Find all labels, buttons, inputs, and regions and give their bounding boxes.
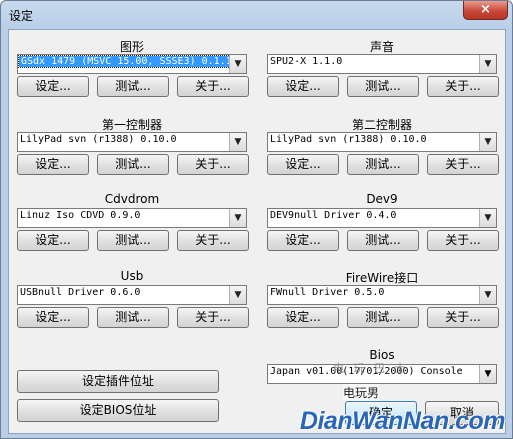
chevron-down-icon[interactable]: ▼ (479, 55, 496, 73)
pad2-plugin-value: LilyPad svn (r1388) 0.10.0 (270, 134, 427, 145)
usb-about-button[interactable]: 关于... (177, 307, 249, 328)
spu-plugin-value: SPU2-X 1.1.0 (270, 56, 343, 67)
usb-label: Usb (120, 269, 144, 283)
pad2-label: 第二控制器 (351, 118, 412, 132)
title-bar[interactable]: 设定 × (1, 1, 512, 29)
fw-plugin-value: FWnull Driver 0.5.0 (270, 287, 385, 298)
chevron-down-icon[interactable]: ▼ (229, 209, 246, 227)
fw-plugin-select[interactable]: FWnull Driver 0.5.0 ▼ (267, 285, 497, 305)
fw-label: FireWire接口 (345, 271, 419, 285)
chevron-down-icon[interactable]: ▼ (229, 55, 246, 73)
gs-about-button[interactable]: 关于... (177, 76, 249, 97)
dev9-plugin-select[interactable]: DEV9null Driver 0.4.0 ▼ (267, 208, 497, 228)
cdvd-config-button[interactable]: 设定... (17, 230, 89, 251)
spu-about-button[interactable]: 关于... (427, 76, 499, 97)
chevron-down-icon[interactable]: ▼ (229, 133, 246, 151)
fw-test-button[interactable]: 测试... (347, 307, 419, 328)
gs-label: 图形 (119, 40, 144, 54)
pad1-test-button[interactable]: 测试... (97, 154, 169, 175)
cancel-button[interactable]: 取消 (425, 401, 499, 425)
spu-label: 声音 (369, 40, 394, 54)
pad1-plugin-value: LilyPad svn (r1388) 0.10.0 (20, 134, 177, 145)
chevron-down-icon[interactable]: ▼ (479, 133, 496, 151)
dev9-config-button[interactable]: 设定... (267, 230, 339, 251)
ok-button[interactable]: 确定 (345, 401, 417, 425)
pad2-test-button[interactable]: 测试... (347, 154, 419, 175)
chevron-down-icon[interactable]: ▼ (479, 286, 496, 304)
cdvd-about-button[interactable]: 关于... (177, 230, 249, 251)
usb-plugin-select[interactable]: USBnull Driver 0.6.0 ▼ (17, 285, 247, 305)
gs-plugin-value: GSdx 1479 (MSVC 15.00, SSSE3) 0.1.15 (18, 55, 241, 68)
chevron-down-icon[interactable]: ▼ (479, 365, 496, 383)
pad1-plugin-select[interactable]: LilyPad svn (r1388) 0.10.0 ▼ (17, 132, 247, 152)
chevron-down-icon[interactable]: ▼ (229, 286, 246, 304)
pad1-about-button[interactable]: 关于... (177, 154, 249, 175)
pad2-about-button[interactable]: 关于... (427, 154, 499, 175)
gs-plugin-select[interactable]: GSdx 1479 (MSVC 15.00, SSSE3) 0.1.15 ▼ (17, 54, 247, 74)
chevron-down-icon[interactable]: ▼ (479, 209, 496, 227)
bios-select[interactable]: Japan v01.00(17/01/2000) Console ▼ (267, 364, 497, 384)
spu-config-button[interactable]: 设定... (267, 76, 339, 97)
usb-test-button[interactable]: 测试... (97, 307, 169, 328)
fw-about-button[interactable]: 关于... (427, 307, 499, 328)
usb-plugin-value: USBnull Driver 0.6.0 (20, 287, 141, 298)
pad1-config-button[interactable]: 设定... (17, 154, 89, 175)
usb-config-button[interactable]: 设定... (17, 307, 89, 328)
set-bios-dir-button[interactable]: 设定BIOS位址 (17, 399, 219, 422)
window-title: 设定 (9, 9, 34, 23)
pad2-config-button[interactable]: 设定... (267, 154, 339, 175)
gs-config-button[interactable]: 设定... (17, 76, 89, 97)
bios-value: Japan v01.00(17/01/2000) Console (270, 366, 463, 377)
pad2-plugin-select[interactable]: LilyPad svn (r1388) 0.10.0 ▼ (267, 132, 497, 152)
gs-test-button[interactable]: 测试... (97, 76, 169, 97)
cdvd-plugin-select[interactable]: Linuz Iso CDVD 0.9.0 ▼ (17, 208, 247, 228)
dev9-test-button[interactable]: 测试... (347, 230, 419, 251)
dev9-label: Dev9 (366, 192, 398, 206)
cdvd-label: Cdvdrom (104, 192, 160, 206)
dev9-plugin-value: DEV9null Driver 0.4.0 (270, 210, 397, 221)
spu-test-button[interactable]: 测试... (347, 76, 419, 97)
spu-plugin-select[interactable]: SPU2-X 1.1.0 ▼ (267, 54, 497, 74)
fw-config-button[interactable]: 设定... (267, 307, 339, 328)
bios-label: Bios (369, 348, 395, 362)
set-plugins-dir-button[interactable]: 设定插件位址 (17, 370, 219, 393)
cdvd-plugin-value: Linuz Iso CDVD 0.9.0 (20, 210, 141, 221)
settings-dialog: 设定 × 图形 GSdx 1479 (MSVC 15.00, SSSE3) 0.… (0, 0, 513, 439)
cdvd-test-button[interactable]: 测试... (97, 230, 169, 251)
dev9-about-button[interactable]: 关于... (427, 230, 499, 251)
pad1-label: 第一控制器 (101, 118, 162, 132)
dialog-client-area: 图形 GSdx 1479 (MSVC 15.00, SSSE3) 0.1.15 … (8, 29, 506, 434)
close-icon[interactable]: × (463, 1, 508, 20)
